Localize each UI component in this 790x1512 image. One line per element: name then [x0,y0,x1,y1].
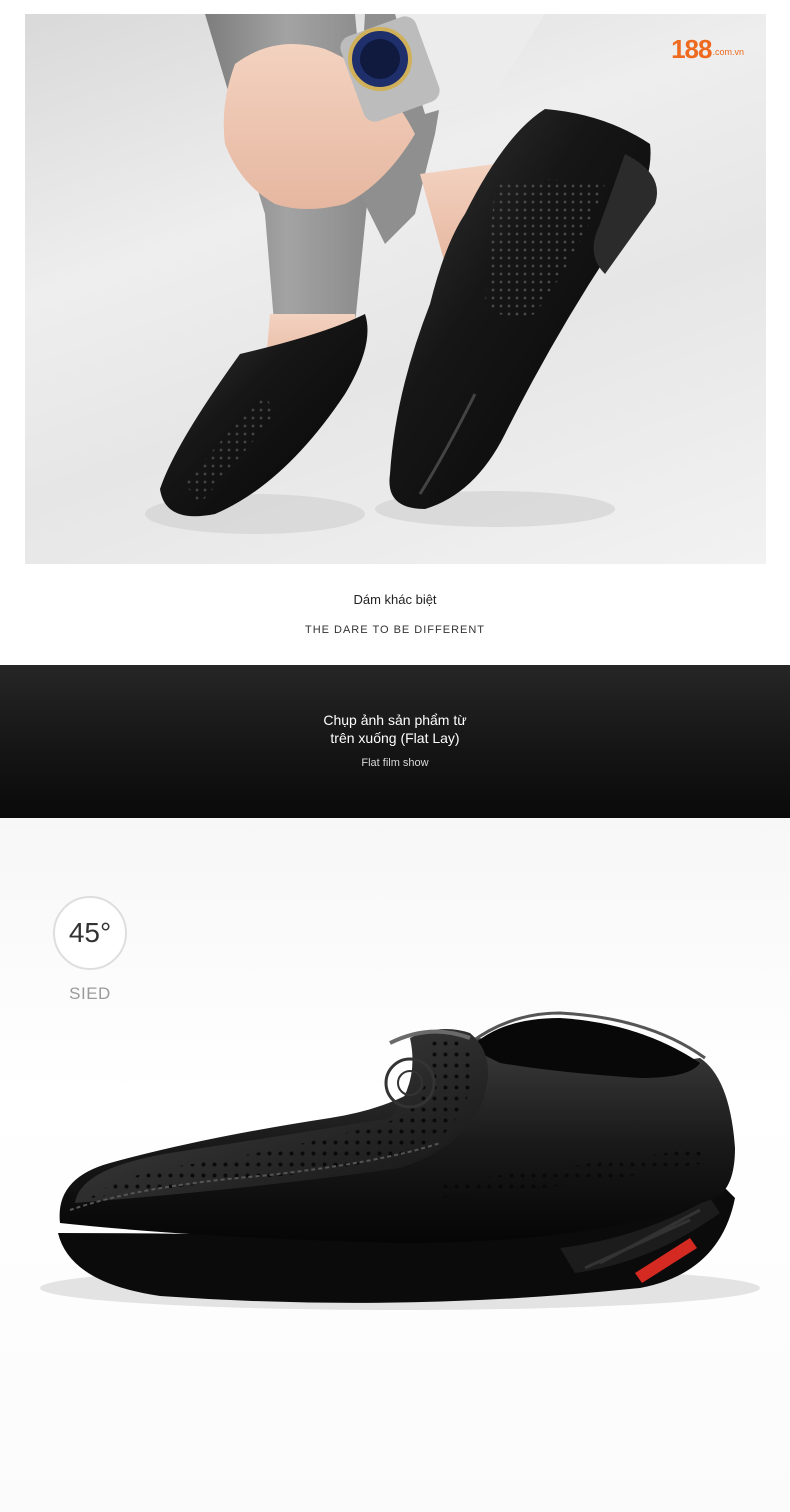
loafer-illustration [40,1011,760,1310]
brand-logo: 188 .com.vn [671,36,744,62]
section-banner: Chụp ảnh sản phẩm từ trên xuống (Flat La… [0,665,790,818]
product-photo-45: 45° SIED [0,818,790,1512]
banner-title-line1: Chụp ảnh sản phẩm từ [323,712,467,728]
banner-title: Chụp ảnh sản phẩm từ trên xuống (Flat La… [0,711,790,747]
brand-logo-main: 188 [671,34,712,64]
lifestyle-illustration [145,14,657,534]
banner-title-line2: trên xuống (Flat Lay) [330,730,460,746]
banner-subtitle: Flat film show [361,757,429,769]
lifestyle-photo: 188 .com.vn [25,14,766,564]
tagline-english: THE DARE TO BE DIFFERENT [304,624,486,636]
brand-logo-sub: .com.vn [712,47,744,57]
tagline-vietnamese: Dám khác biệt [353,592,437,607]
